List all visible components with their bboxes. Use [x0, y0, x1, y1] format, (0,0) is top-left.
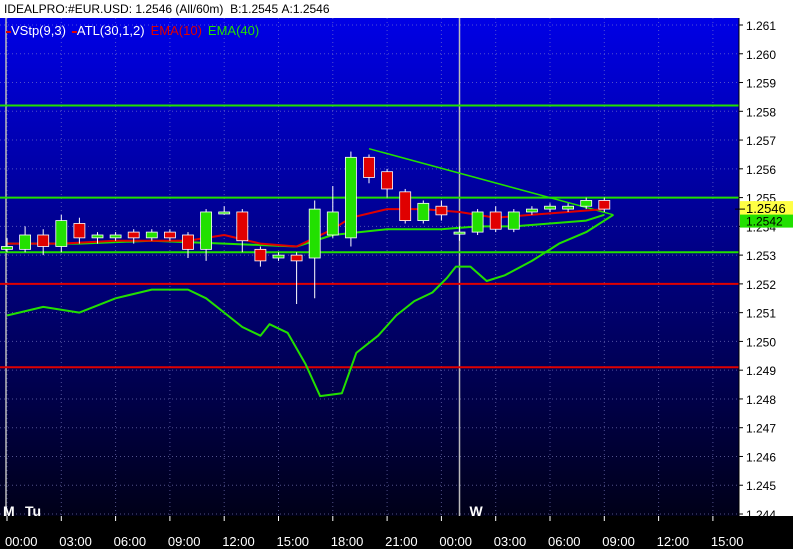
candle-body — [254, 248, 267, 262]
candle-body — [1, 246, 13, 250]
candle-body — [417, 202, 430, 221]
x-tick-label: 21:00 — [385, 534, 418, 549]
legend-item: ATL(30,1,2) — [77, 23, 145, 38]
candle-body — [507, 211, 520, 230]
y-tick-label: 1.249 — [746, 364, 776, 378]
current-price-tag: 1.25461.2542 — [735, 201, 793, 229]
candle-body — [19, 234, 32, 250]
ask-label: A:1.2546 — [281, 2, 330, 16]
x-tick-label: 15:00 — [277, 534, 310, 549]
candle-body — [236, 211, 249, 242]
candle-body — [91, 234, 104, 239]
x-tick-label: 18:00 — [331, 534, 364, 549]
y-tick-label: 1.251 — [746, 307, 776, 321]
candle-body — [145, 231, 158, 239]
y-tick-label: 1.245 — [746, 479, 776, 493]
candle-body — [344, 156, 357, 239]
candle-body — [453, 231, 466, 235]
candle-body — [489, 211, 502, 230]
y-tick-label: 1.250 — [746, 335, 776, 349]
candle-body — [290, 254, 303, 262]
x-tick-label: 15:00 — [711, 534, 744, 549]
candle-body — [109, 234, 122, 239]
candle-body — [308, 208, 321, 259]
y-tick-label: 1.258 — [746, 105, 776, 119]
candle-body — [580, 200, 593, 207]
y-tick-label: 1.261 — [746, 19, 776, 33]
x-tick-label: 12:00 — [657, 534, 690, 549]
legend-item: EMA(40) — [208, 23, 259, 38]
candle-body — [435, 205, 448, 216]
y-tick-label: 1.256 — [746, 163, 776, 177]
y-tick-label: 1.260 — [746, 48, 776, 62]
candle-body — [272, 254, 285, 259]
legend-item: VStp(9,3) — [11, 23, 66, 38]
y-tick-label: 1.246 — [746, 450, 776, 464]
candle-body — [381, 171, 394, 190]
price-chart[interactable]: VStp(9,3) ATL(30,1,2) EMA(10) EMA(40) 1.261… — [0, 18, 793, 549]
y-tick-label: 1.259 — [746, 77, 776, 91]
bid-label: B:1.2545 — [230, 2, 279, 16]
x-tick-label: 03:00 — [59, 534, 92, 549]
day-label: W — [470, 503, 484, 519]
y-tick-label: 1.248 — [746, 393, 776, 407]
candle-body — [562, 205, 574, 210]
x-tick-label: 09:00 — [602, 534, 635, 549]
candle-body — [73, 223, 86, 239]
x-tick-label: 09:00 — [168, 534, 201, 549]
candle-body — [526, 208, 538, 213]
candle-body — [471, 211, 484, 233]
candle-body — [218, 211, 231, 215]
y-tick-label: 1.252 — [746, 278, 776, 292]
candle-body — [55, 220, 68, 247]
candle-body — [399, 191, 412, 222]
secondary-price-label: 1.2542 — [746, 215, 783, 229]
day-label: M — [3, 503, 15, 519]
y-tick-label: 1.247 — [746, 422, 776, 436]
x-tick-label: 00:00 — [5, 534, 38, 549]
candle-body — [163, 231, 176, 239]
candle-body — [127, 231, 140, 239]
legend-item: EMA(10) — [151, 23, 202, 38]
candle-body — [598, 200, 611, 210]
x-tick-label: 12:00 — [222, 534, 255, 549]
symbol-label: IDEALPRO:#EUR.USD: 1.2546 (All/60m) — [4, 2, 224, 16]
day-label: Tu — [25, 503, 41, 519]
y-tick-label: 1.253 — [746, 249, 776, 263]
candle-body — [544, 205, 556, 210]
candle-body — [182, 234, 194, 250]
plot-background — [0, 18, 739, 516]
candle-body — [363, 156, 375, 178]
candle-body — [200, 211, 213, 250]
x-tick-label: 03:00 — [494, 534, 527, 549]
legend: VStp(9,3) ATL(30,1,2) EMA(10) EMA(40) — [6, 23, 259, 38]
title-bar: IDEALPRO:#EUR.USD: 1.2546 (All/60m) B:1.… — [0, 0, 793, 18]
y-tick-label: 1.257 — [746, 134, 776, 148]
candle-body — [326, 211, 339, 236]
candle-body — [37, 234, 50, 247]
x-tick-label: 06:00 — [114, 534, 147, 549]
x-tick-label: 06:00 — [548, 534, 581, 549]
x-tick-label: 00:00 — [439, 534, 472, 549]
